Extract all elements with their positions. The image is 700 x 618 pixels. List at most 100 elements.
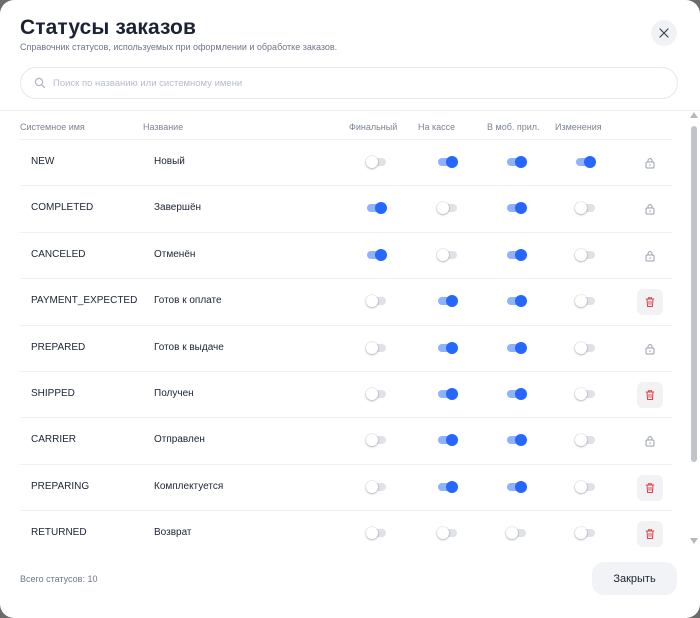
toggle-knob bbox=[446, 156, 458, 168]
pos-toggle[interactable] bbox=[438, 295, 458, 308]
column-header-pos: На кассе bbox=[418, 122, 456, 132]
toggle-knob bbox=[515, 434, 527, 447]
toggle-knob bbox=[575, 295, 587, 308]
mobile-toggle[interactable] bbox=[507, 434, 527, 447]
pos-toggle[interactable] bbox=[437, 248, 457, 261]
toggle-knob bbox=[575, 434, 587, 447]
toggle-knob bbox=[446, 480, 458, 493]
lock-icon bbox=[644, 157, 656, 169]
status-name-cell: Комплектуется bbox=[154, 480, 224, 492]
system-name-cell: CANCELED bbox=[31, 248, 86, 260]
editable-toggle[interactable] bbox=[575, 480, 595, 493]
toggle-knob bbox=[515, 341, 527, 354]
scrollbar-thumb[interactable] bbox=[691, 126, 697, 462]
locked-status-indicator bbox=[637, 336, 663, 362]
table-row: NEW Новый bbox=[20, 139, 672, 185]
delete-status-button[interactable] bbox=[637, 521, 663, 548]
mobile-toggle[interactable] bbox=[507, 341, 527, 354]
lock-icon bbox=[644, 343, 656, 355]
editable-toggle[interactable] bbox=[575, 341, 595, 354]
final-toggle[interactable] bbox=[366, 434, 386, 447]
table-row: SHIPPED Получен bbox=[20, 371, 672, 417]
search-icon bbox=[34, 77, 46, 89]
mobile-toggle[interactable] bbox=[507, 295, 527, 308]
final-toggle[interactable] bbox=[367, 248, 387, 261]
mobile-toggle[interactable] bbox=[507, 480, 527, 493]
scrollbar[interactable] bbox=[688, 112, 700, 548]
mobile-toggle[interactable] bbox=[507, 248, 527, 261]
system-name-cell: PREPARED bbox=[31, 341, 86, 353]
system-name-cell: PREPARING bbox=[31, 480, 90, 492]
final-toggle[interactable] bbox=[366, 295, 386, 308]
toggle-knob bbox=[366, 295, 378, 308]
scroll-down-arrow-icon[interactable] bbox=[690, 538, 698, 544]
modal-title: Статусы заказов bbox=[20, 16, 196, 39]
column-header-mobile: В моб. прил. bbox=[487, 122, 540, 132]
editable-toggle[interactable] bbox=[575, 434, 595, 447]
editable-toggle[interactable] bbox=[575, 248, 595, 261]
status-name-cell: Новый bbox=[154, 156, 185, 167]
mobile-toggle[interactable] bbox=[507, 202, 527, 215]
toggle-knob bbox=[584, 156, 596, 168]
toggle-knob bbox=[575, 248, 587, 261]
table-row: PREPARED Готов к выдаче bbox=[20, 324, 672, 371]
search-input[interactable] bbox=[53, 70, 663, 96]
pos-toggle[interactable] bbox=[438, 388, 458, 400]
delete-status-button[interactable] bbox=[637, 382, 663, 408]
table-row: PREPARING Комплектуется bbox=[20, 463, 672, 510]
statuses-table: NEW Новый COMPLETED Завершён CANCELED Отменён… bbox=[0, 139, 688, 555]
final-toggle[interactable] bbox=[367, 202, 387, 215]
close-button[interactable]: Закрыть bbox=[592, 562, 677, 595]
mobile-toggle[interactable] bbox=[506, 527, 526, 540]
toggle-knob bbox=[506, 527, 518, 540]
delete-status-button[interactable] bbox=[637, 474, 663, 501]
table-row: CARRIER Отправлен bbox=[20, 417, 672, 463]
editable-toggle[interactable] bbox=[575, 202, 595, 215]
toggle-knob bbox=[515, 388, 527, 400]
pos-toggle[interactable] bbox=[437, 202, 457, 215]
mobile-toggle[interactable] bbox=[507, 156, 527, 168]
pos-toggle[interactable] bbox=[438, 480, 458, 493]
final-toggle[interactable] bbox=[366, 527, 386, 540]
toggle-knob bbox=[375, 202, 387, 215]
column-header-system-name: Системное имя bbox=[20, 122, 85, 132]
toggle-knob bbox=[515, 248, 527, 261]
pos-toggle[interactable] bbox=[438, 434, 458, 447]
editable-toggle[interactable] bbox=[575, 388, 595, 400]
editable-toggle[interactable] bbox=[575, 527, 595, 540]
status-name-cell: Возврат bbox=[154, 527, 192, 539]
toggle-knob bbox=[515, 295, 527, 308]
editable-toggle[interactable] bbox=[576, 156, 596, 168]
close-modal-button[interactable] bbox=[651, 20, 677, 46]
toggle-knob bbox=[437, 527, 449, 540]
toggle-knob bbox=[575, 480, 587, 493]
final-toggle[interactable] bbox=[366, 388, 386, 400]
lock-icon bbox=[644, 203, 656, 215]
toggle-knob bbox=[446, 295, 458, 308]
scroll-up-arrow-icon[interactable] bbox=[690, 112, 698, 118]
trash-icon bbox=[644, 482, 656, 494]
final-toggle[interactable] bbox=[366, 341, 386, 354]
column-header-editable: Изменения bbox=[555, 122, 602, 132]
status-name-cell: Готов к выдаче bbox=[154, 341, 224, 353]
search-field[interactable] bbox=[20, 67, 678, 99]
final-toggle[interactable] bbox=[366, 156, 386, 168]
pos-toggle[interactable] bbox=[437, 527, 457, 540]
mobile-toggle[interactable] bbox=[507, 388, 527, 400]
trash-icon bbox=[644, 296, 656, 308]
order-statuses-modal: Статусы заказов Справочник статусов, исп… bbox=[0, 0, 700, 618]
lock-icon bbox=[644, 435, 656, 447]
total-statuses-count: Всего статусов: 10 bbox=[20, 574, 98, 584]
trash-icon bbox=[644, 528, 656, 540]
toggle-knob bbox=[366, 341, 378, 354]
locked-status-indicator bbox=[637, 150, 663, 176]
pos-toggle[interactable] bbox=[438, 341, 458, 354]
toggle-knob bbox=[437, 202, 449, 215]
toggle-knob bbox=[446, 434, 458, 447]
final-toggle[interactable] bbox=[366, 480, 386, 493]
table-row: COMPLETED Завершён bbox=[20, 185, 672, 231]
editable-toggle[interactable] bbox=[575, 295, 595, 308]
delete-status-button[interactable] bbox=[637, 289, 663, 316]
toggle-knob bbox=[366, 527, 378, 540]
pos-toggle[interactable] bbox=[438, 156, 458, 168]
